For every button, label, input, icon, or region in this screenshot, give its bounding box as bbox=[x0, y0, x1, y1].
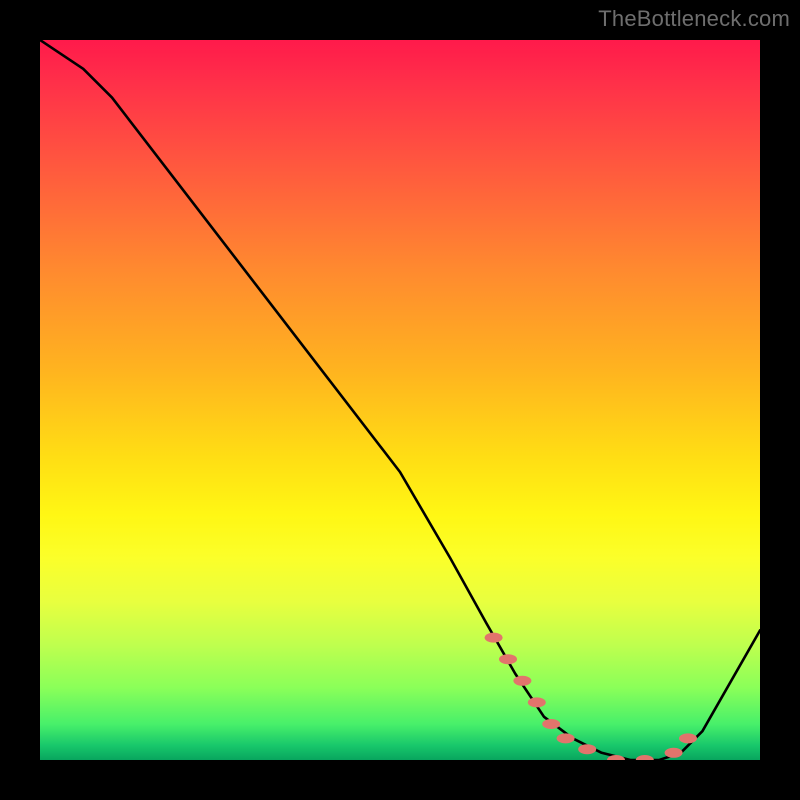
bottleneck-curve bbox=[40, 40, 760, 760]
highlight-markers bbox=[485, 633, 697, 760]
highlight-marker bbox=[513, 676, 531, 686]
highlight-marker bbox=[679, 733, 697, 743]
highlight-marker bbox=[528, 697, 546, 707]
plot-area bbox=[40, 40, 760, 760]
highlight-marker bbox=[499, 654, 517, 664]
watermark-text: TheBottleneck.com bbox=[598, 6, 790, 32]
chart-container: TheBottleneck.com bbox=[0, 0, 800, 800]
highlight-marker bbox=[578, 744, 596, 754]
highlight-marker bbox=[542, 719, 560, 729]
highlight-marker bbox=[636, 755, 654, 760]
highlight-marker bbox=[557, 733, 575, 743]
highlight-marker bbox=[665, 748, 683, 758]
highlight-marker bbox=[485, 633, 503, 643]
curve-layer bbox=[40, 40, 760, 760]
